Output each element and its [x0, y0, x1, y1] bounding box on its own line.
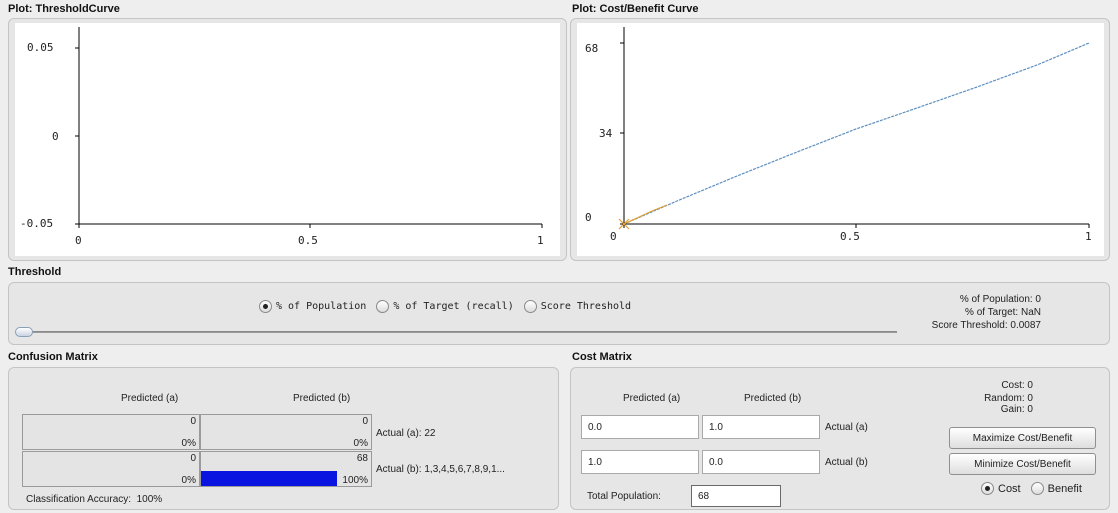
threshold-section-title: Threshold: [8, 266, 62, 278]
cm-cell-count: 68: [356, 453, 368, 464]
cost-value: Cost: 0: [1001, 380, 1033, 391]
threshold-plot-svg: 0.05 0 -0.05 0 0.5 1: [20, 27, 544, 247]
benefit-mode-radio[interactable]: [1030, 482, 1044, 495]
score-threshold-stat: Score Threshold: 0.0087: [931, 320, 1041, 331]
score-threshold-radio[interactable]: [523, 300, 537, 313]
maximize-cost-benefit-button[interactable]: Maximize Cost/Benefit: [949, 427, 1096, 449]
cost-matrix-panel: Predicted (a) Predicted (b) 0.0 1.0 Actu…: [570, 367, 1110, 510]
cost-curve-start-segment: [623, 204, 668, 225]
x-tick-label: 0: [75, 234, 82, 247]
cm-cell-bb: 68 100%: [200, 451, 372, 487]
population-radio[interactable]: [259, 300, 272, 313]
x-tick-label: 0.5: [298, 234, 318, 247]
threshold-plot-area[interactable]: 0.05 0 -0.05 0 0.5 1: [15, 23, 560, 256]
cost-benefit-mode-radio-group: Cost Benefit: [981, 482, 1088, 495]
cost-header-predicted-b: Predicted (b): [744, 393, 802, 404]
cm-cell-count: 0: [190, 416, 196, 427]
x-tick-label: 0: [610, 230, 617, 243]
cm-header-predicted-b: Predicted (b): [293, 393, 351, 404]
cost-row-label-actual-a: Actual (a): [825, 422, 868, 433]
total-population-label: Total Population:: [587, 491, 661, 502]
threshold-panel: % of Population % of Target (recall) Sco…: [8, 282, 1110, 345]
benefit-mode-label[interactable]: Benefit: [1048, 483, 1082, 495]
x-tick-label: 1: [1085, 230, 1092, 243]
total-population-input[interactable]: 68: [691, 485, 781, 507]
y-tick-label: 0: [585, 211, 592, 224]
recall-radio[interactable]: [376, 300, 390, 313]
threshold-slider-thumb[interactable]: [15, 327, 33, 337]
cm-cell-aa: 0 0%: [22, 414, 200, 450]
cost-plot-title: Plot: Cost/Benefit Curve: [572, 3, 699, 15]
cost-ba-input[interactable]: 1.0: [581, 450, 699, 474]
cost-mode-label[interactable]: Cost: [998, 483, 1021, 495]
gain-value: Gain: 0: [1000, 404, 1033, 415]
cost-plot-panel: 68 34 0 0 0.5 1: [570, 18, 1110, 261]
cm-cell-count: 0: [362, 416, 368, 427]
cost-mode-radio[interactable]: [981, 482, 994, 495]
cm-cell-count: 0: [190, 453, 196, 464]
cost-ab-input[interactable]: 1.0: [702, 415, 820, 439]
y-tick-label: 34: [599, 127, 613, 140]
cm-cell-percent: 0%: [181, 438, 196, 449]
cost-header-predicted-a: Predicted (a): [623, 393, 681, 404]
cm-header-predicted-a: Predicted (a): [121, 393, 179, 404]
y-tick-label: 68: [585, 42, 598, 55]
threshold-slider-track[interactable]: [17, 331, 897, 333]
threshold-plot-title: Plot: ThresholdCurve: [8, 3, 120, 15]
cost-matrix-title: Cost Matrix: [572, 351, 632, 363]
cm-cell-percent: 0%: [353, 438, 368, 449]
target-stat: % of Target: NaN: [965, 307, 1041, 318]
y-tick-label: -0.05: [20, 217, 53, 230]
x-tick-label: 0.5: [840, 230, 860, 243]
cost-aa-input[interactable]: 0.0: [581, 415, 699, 439]
population-stat: % of Population: 0: [959, 294, 1041, 305]
recall-radio-label[interactable]: % of Target (recall): [393, 301, 513, 312]
cost-row-label-actual-b: Actual (b): [825, 457, 868, 468]
cost-curve-line: [623, 42, 1090, 225]
population-radio-label[interactable]: % of Population: [276, 301, 366, 312]
random-value: Random: 0: [984, 393, 1033, 404]
y-tick-label: 0.05: [27, 41, 54, 54]
cm-cell-bb-fill-bar: [201, 471, 337, 486]
threshold-mode-radio-group: % of Population % of Target (recall) Sco…: [259, 300, 637, 313]
cm-cell-percent: 100%: [342, 475, 368, 486]
cm-cell-percent: 0%: [181, 475, 196, 486]
threshold-plot-panel: 0.05 0 -0.05 0 0.5 1: [8, 18, 567, 261]
cost-plot-area[interactable]: 68 34 0 0 0.5 1: [577, 23, 1104, 256]
cm-cell-ba: 0 0%: [22, 451, 200, 487]
y-tick-label: 0: [52, 130, 59, 143]
cost-bb-input[interactable]: 0.0: [702, 450, 820, 474]
x-tick-label: 1: [537, 234, 544, 247]
confusion-matrix-title: Confusion Matrix: [8, 351, 98, 363]
score-threshold-radio-label[interactable]: Score Threshold: [541, 301, 631, 312]
classification-accuracy: Classification Accuracy: 100%: [26, 494, 163, 505]
cost-plot-svg: 68 34 0 0 0.5 1: [585, 27, 1092, 243]
cm-row-label-actual-b: Actual (b): 1,3,4,5,6,7,8,9,1...: [376, 464, 505, 475]
cm-row-label-actual-a: Actual (a): 22: [376, 428, 436, 439]
confusion-matrix-panel: Predicted (a) Predicted (b) 0 0% 0 0% Ac…: [8, 367, 559, 510]
cm-cell-ab: 0 0%: [200, 414, 372, 450]
minimize-cost-benefit-button[interactable]: Minimize Cost/Benefit: [949, 453, 1096, 475]
